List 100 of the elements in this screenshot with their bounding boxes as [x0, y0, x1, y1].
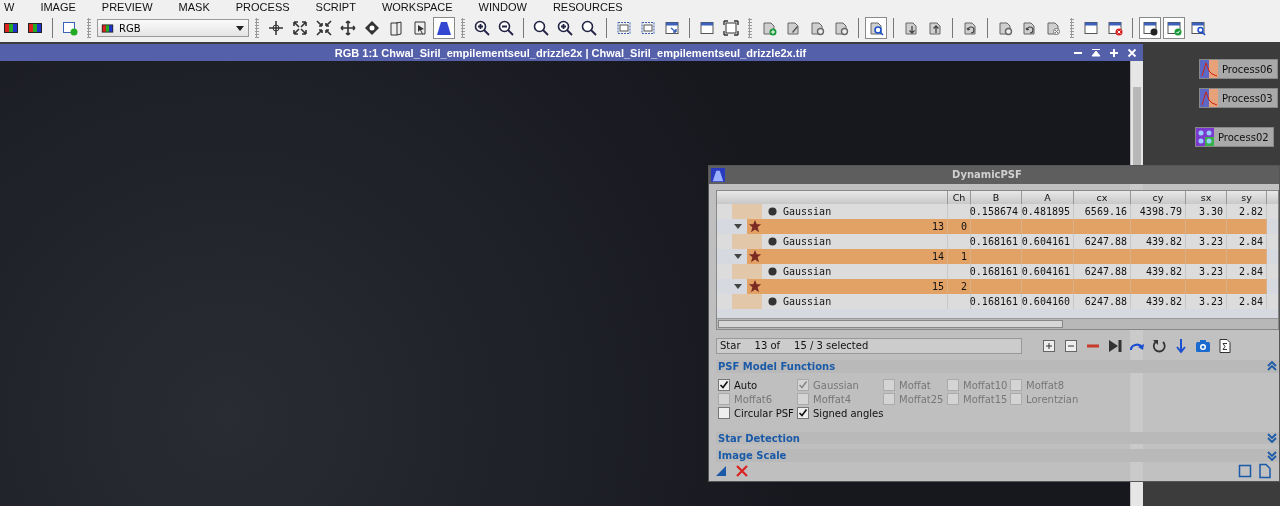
window-check-icon[interactable]: [1163, 17, 1185, 39]
process-icon[interactable]: Process02: [1195, 127, 1274, 147]
checkbox[interactable]: [718, 379, 730, 392]
panel-title: DynamicPSF: [951, 169, 1023, 181]
checkbox-label: Signed angles: [813, 407, 884, 419]
window-title: RGB 1:1 Chwal_Siril_empilementseul_drizzle2x | Chwal_Siril_empilementseul_drizzle2x.tif: [333, 46, 808, 59]
menu-item[interactable]: W: [4, 1, 15, 13]
table-cell: 439.82: [1131, 293, 1186, 309]
column-header[interactable]: B: [971, 190, 1022, 204]
chart-icon: [1200, 60, 1218, 78]
star-counter-field[interactable]: Star 13 of 15 / 3 selected: [716, 337, 1022, 354]
table-cell: 6247.88: [1074, 293, 1131, 309]
menu-item[interactable]: RESOURCES: [552, 1, 623, 13]
table-cell: 2.82: [1227, 203, 1267, 219]
table-cell: 3.23: [1186, 293, 1227, 309]
column-header[interactable]: cy: [1131, 190, 1186, 204]
square-icon[interactable]: [1237, 462, 1253, 479]
process-icon[interactable]: Process06: [1199, 59, 1278, 79]
table-cell: 3.30: [1186, 203, 1227, 219]
table-cell: 3.23: [1186, 263, 1227, 279]
table-cell: 0.158674: [971, 203, 1022, 219]
table-cell: 2.84: [1227, 263, 1267, 279]
sum-document-icon[interactable]: [1216, 336, 1234, 355]
table-cell: 0.168161: [971, 263, 1022, 279]
table-cell: 439.82: [1131, 233, 1186, 249]
checkbox[interactable]: [718, 407, 730, 420]
checkbox-label: Moffat8: [1026, 379, 1065, 391]
close-icon[interactable]: [1127, 47, 1137, 58]
column-header[interactable]: A: [1022, 190, 1074, 204]
section-header[interactable]: Image Scale: [716, 449, 1279, 463]
function-name: Gaussian: [783, 235, 832, 247]
checkbox-label: Moffat25: [899, 393, 944, 405]
menu-item[interactable]: PROCESS: [235, 1, 290, 13]
maximize-icon[interactable]: [1109, 47, 1119, 58]
column-header[interactable]: cx: [1074, 190, 1131, 204]
star-total: 15 / 3 selected: [794, 340, 869, 352]
star-number: 13: [931, 220, 944, 232]
star-number: 15: [931, 280, 944, 292]
table-cell: 2.84: [1227, 293, 1267, 309]
menu-item[interactable]: WORKSPACE: [381, 1, 453, 13]
table-cell: 0.604160: [1022, 293, 1074, 309]
function-name: Gaussian: [783, 295, 832, 307]
table-cell: 0.168161: [971, 293, 1022, 309]
column-header[interactable]: sy: [1227, 190, 1267, 204]
menu-item[interactable]: IMAGE: [40, 1, 76, 13]
document-icon[interactable]: [1257, 462, 1273, 479]
star-index: 13 of: [754, 340, 781, 352]
process-icon[interactable]: Process03: [1199, 88, 1278, 108]
document-search-icon[interactable]: [865, 17, 887, 39]
table-cell: 0.168161: [971, 233, 1022, 249]
cross-icon[interactable]: [734, 462, 750, 479]
checkbox-label: Lorentzian: [1026, 393, 1079, 405]
function-name: Gaussian: [783, 205, 832, 217]
bullet-icon: [768, 266, 777, 276]
checkbox-label: Moffat: [899, 379, 931, 391]
expand-chevron-icon[interactable]: [1267, 433, 1277, 443]
collapse-chevron-icon[interactable]: [1267, 361, 1277, 372]
checkbox-label: Auto: [734, 379, 758, 391]
column-header[interactable]: sx: [1186, 190, 1227, 204]
star-label: Star: [720, 340, 741, 352]
star-icon: [748, 249, 762, 264]
column-header[interactable]: Ch: [948, 190, 971, 204]
checkbox-label: Moffat15: [963, 393, 1008, 405]
frame-icon[interactable]: [720, 17, 742, 39]
table-cell: 6247.88: [1074, 233, 1131, 249]
window-stamp-icon[interactable]: [1139, 17, 1161, 39]
dropdown-caret-icon: [235, 23, 245, 33]
menu-item[interactable]: WINDOW: [478, 1, 527, 13]
star-icon: [748, 279, 762, 294]
bullet-icon: [768, 236, 777, 246]
checkbox-label: Circular PSF: [734, 407, 794, 419]
star-number: 14: [931, 250, 944, 262]
checkbox-label: Moffat10: [963, 379, 1008, 391]
table-cell: 0.604161: [1022, 233, 1074, 249]
star-icon: [748, 219, 762, 234]
table-cell: 3.23: [1186, 233, 1227, 249]
menu-item[interactable]: SCRIPT: [315, 1, 356, 13]
bullet-icon: [768, 296, 777, 306]
menu-item[interactable]: MASK: [178, 1, 210, 13]
scrollbar[interactable]: [717, 317, 1278, 329]
checkbox-label: Moffat6: [734, 393, 773, 405]
table-cell: 6247.88: [1074, 263, 1131, 279]
table-cell: 2.84: [1227, 233, 1267, 249]
dots-grid-icon: [1196, 128, 1214, 146]
chart-icon: [1200, 89, 1218, 107]
table-cell: 439.82: [1131, 263, 1186, 279]
table-cell: 0.604161: [1022, 263, 1074, 279]
peak-curve-icon: [711, 167, 725, 182]
table-cell: 4398.79: [1131, 203, 1186, 219]
menu-item[interactable]: PREVIEW: [101, 1, 153, 13]
color-channels-icon: [101, 21, 114, 35]
bullet-icon: [768, 206, 777, 216]
table-cell: 0.481895: [1022, 203, 1074, 219]
peak-curve-icon[interactable]: [433, 17, 455, 39]
table-cell: 6569.16: [1074, 203, 1131, 219]
expand-chevron-icon[interactable]: [1267, 450, 1277, 461]
checkbox-label: Moffat4: [813, 393, 852, 405]
shade-icon[interactable]: [1091, 47, 1101, 58]
checkbox[interactable]: [797, 407, 809, 420]
image-dropdown[interactable]: RGB: [97, 19, 249, 37]
